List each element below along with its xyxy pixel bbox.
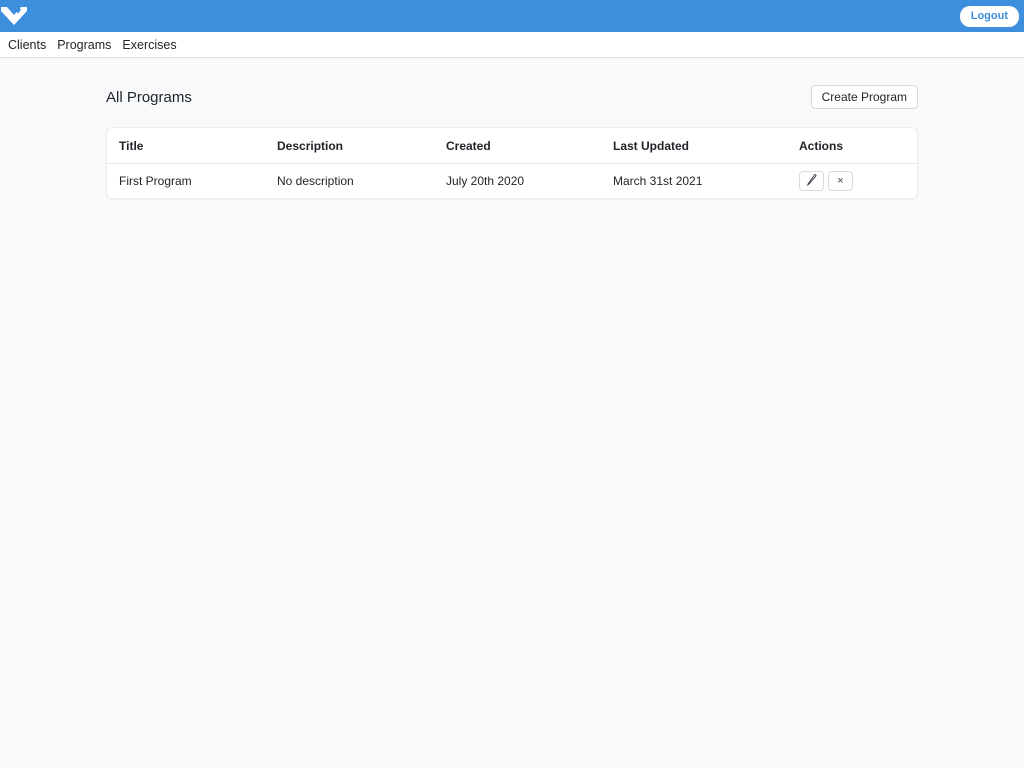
cell-program-created: July 20th 2020 bbox=[446, 174, 525, 188]
main-nav: Clients Programs Exercises bbox=[0, 32, 1024, 58]
page-title: All Programs bbox=[106, 88, 192, 106]
edit-pencil-icon bbox=[806, 173, 818, 189]
table-header-row: Title Description Created Last Updated A… bbox=[107, 128, 917, 164]
edit-program-button[interactable] bbox=[799, 171, 824, 191]
delete-program-button[interactable]: × bbox=[828, 171, 853, 191]
app-header: Logout bbox=[0, 0, 1024, 32]
cell-program-description: No description bbox=[277, 174, 354, 188]
page-head: All Programs Create Program bbox=[106, 85, 918, 109]
logout-button[interactable]: Logout bbox=[959, 5, 1019, 27]
column-header-actions: Actions bbox=[787, 128, 917, 164]
column-header-title: Title bbox=[107, 128, 265, 164]
cell-program-last-updated: March 31st 2021 bbox=[613, 174, 703, 188]
column-header-created: Created bbox=[434, 128, 601, 164]
programs-table-card: Title Description Created Last Updated A… bbox=[106, 127, 918, 199]
main-content: All Programs Create Program Title Descri… bbox=[0, 85, 1024, 199]
nav-item-clients[interactable]: Clients bbox=[3, 38, 51, 52]
nav-item-exercises[interactable]: Exercises bbox=[117, 38, 181, 52]
nav-item-programs[interactable]: Programs bbox=[52, 38, 116, 52]
programs-table: Title Description Created Last Updated A… bbox=[107, 128, 917, 198]
cell-program-title: First Program bbox=[119, 174, 192, 188]
table-row: First Program No description July 20th 2… bbox=[107, 164, 917, 199]
column-header-description: Description bbox=[265, 128, 434, 164]
cell-program-actions: × bbox=[787, 164, 917, 199]
create-program-button[interactable]: Create Program bbox=[810, 85, 918, 109]
brand-m-logo-icon bbox=[1, 5, 27, 27]
column-header-last-updated: Last Updated bbox=[601, 128, 787, 164]
brand-logo[interactable] bbox=[1, 0, 27, 32]
x-close-icon: × bbox=[837, 174, 844, 187]
